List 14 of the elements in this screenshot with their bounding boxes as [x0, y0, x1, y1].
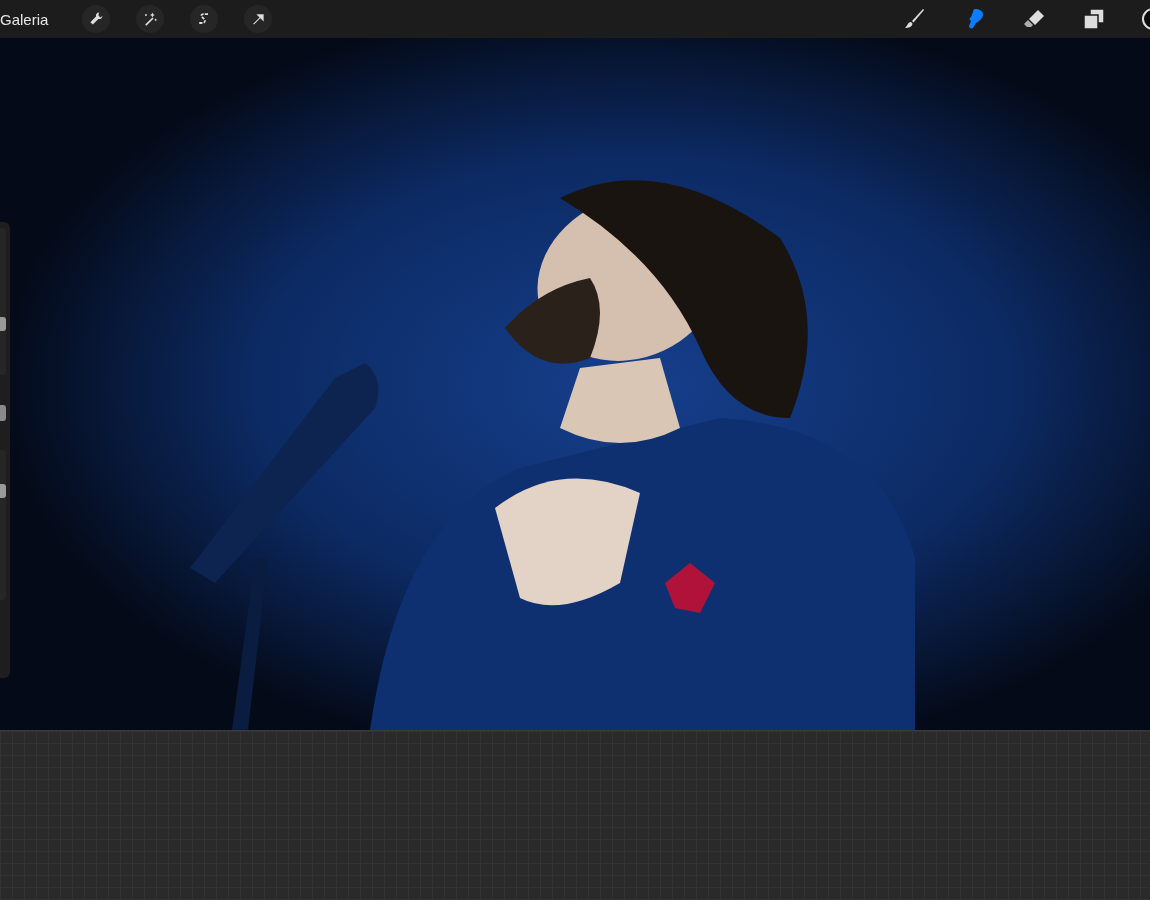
selection-button[interactable] [190, 5, 219, 33]
wand-button[interactable] [136, 5, 165, 33]
brush-icon [902, 7, 926, 31]
layers-icon [1082, 7, 1106, 31]
wrench-button[interactable] [82, 5, 111, 33]
transform-button[interactable] [244, 5, 273, 33]
arrow-icon [250, 11, 267, 27]
brush-tool[interactable] [902, 7, 926, 31]
slider-thumb[interactable] [0, 483, 6, 498]
wrench-icon [88, 11, 105, 27]
magic-wand-icon [142, 11, 159, 27]
layers-tool[interactable] [1082, 7, 1106, 31]
slider-thumb[interactable] [0, 316, 6, 331]
gallery-link[interactable]: Galeria [0, 10, 49, 28]
